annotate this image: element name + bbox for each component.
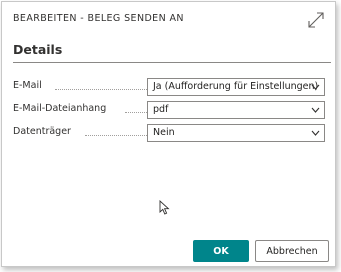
section-divider	[13, 62, 331, 63]
cancel-button[interactable]: Abbrechen	[255, 240, 329, 262]
chevron-down-icon	[311, 130, 320, 136]
dotted-leader	[55, 89, 147, 90]
mouse-cursor-icon	[159, 200, 170, 215]
email-attachment-select-value: pdf	[153, 104, 169, 115]
send-document-dialog: BEARBEITEN - BELEG SENDEN AN Details E-M…	[1, 1, 336, 267]
section-title-details: Details	[13, 42, 63, 57]
chevron-down-icon	[311, 107, 320, 113]
data-medium-select-value: Nein	[153, 127, 175, 138]
field-label-data-medium: Datenträger	[13, 126, 71, 137]
chevron-down-icon	[311, 84, 320, 90]
field-row-data-medium: Datenträger Nein	[13, 124, 331, 142]
expand-icon[interactable]	[307, 11, 325, 29]
email-select-value: Ja (Aufforderung für Einstellungen)	[153, 81, 319, 92]
field-label-email-attachment: E-Mail-Dateianhang	[13, 103, 107, 114]
email-select[interactable]: Ja (Aufforderung für Einstellungen)	[147, 78, 325, 96]
field-label-email: E-Mail	[13, 80, 42, 91]
dotted-leader	[125, 112, 147, 113]
email-attachment-select[interactable]: pdf	[147, 101, 325, 119]
dialog-title: BEARBEITEN - BELEG SENDEN AN	[13, 13, 184, 24]
dotted-leader	[85, 135, 147, 136]
field-row-email-attachment: E-Mail-Dateianhang pdf	[13, 101, 331, 119]
data-medium-select[interactable]: Nein	[147, 124, 325, 142]
ok-button[interactable]: OK	[193, 240, 249, 262]
field-row-email: E-Mail Ja (Aufforderung für Einstellunge…	[13, 78, 331, 96]
